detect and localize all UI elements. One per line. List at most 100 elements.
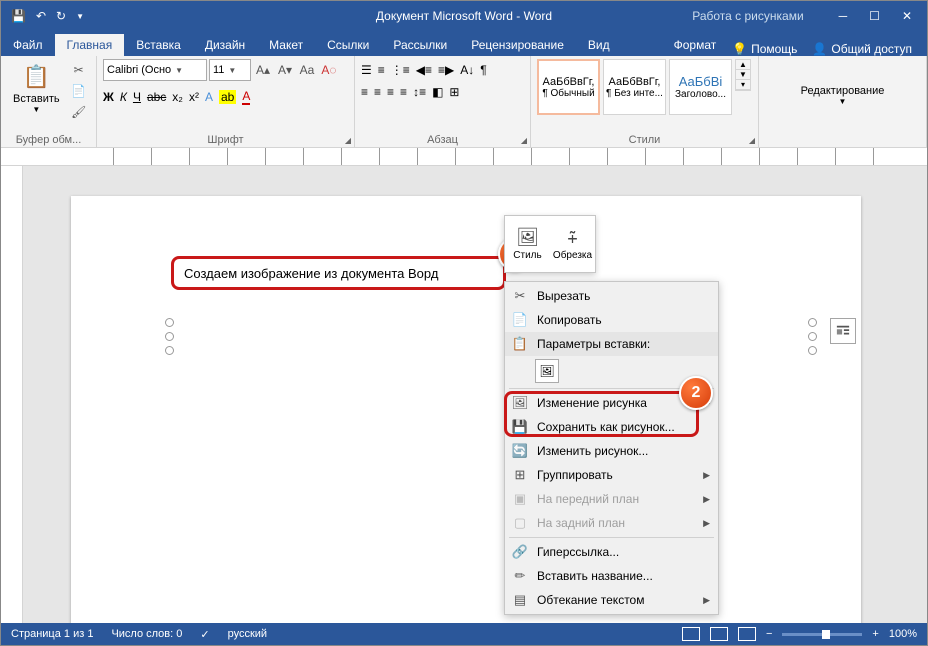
menu-cut[interactable]: ✂Вырезать — [505, 284, 718, 308]
menu-text-wrapping[interactable]: ▤Обтекание текстом▶ — [505, 588, 718, 612]
editing-dropdown[interactable]: Редактирование ▼ — [795, 83, 891, 108]
format-painter-button[interactable]: 🖌 — [69, 103, 89, 121]
picture-icon: 🖼 — [516, 227, 539, 248]
styles-up-button[interactable]: ▲ — [736, 60, 750, 70]
style-heading1[interactable]: АаБбВіЗаголово... — [669, 59, 732, 115]
crop-button[interactable]: ⨤Обрезка — [550, 216, 595, 272]
chevron-right-icon: ▶ — [703, 470, 710, 481]
strikethrough-button[interactable]: abc — [147, 90, 166, 104]
paste-button[interactable]: 📋 Вставить ▼ — [7, 59, 66, 116]
change-case-button[interactable]: Aa — [297, 61, 317, 79]
line-spacing-button[interactable]: ↕≡ — [413, 85, 426, 99]
styles-down-button[interactable]: ▼ — [736, 70, 750, 80]
menu-bring-front: ▣На передний план▶ — [505, 487, 718, 511]
superscript-button[interactable]: x² — [189, 90, 199, 104]
menu-save-as-picture[interactable]: 💾Сохранить как рисунок... — [505, 415, 718, 439]
font-color-button[interactable]: A — [242, 89, 250, 105]
tab-layout[interactable]: Макет — [257, 34, 315, 56]
tab-format[interactable]: Формат — [662, 34, 729, 56]
layout-options-button[interactable] — [830, 318, 856, 344]
increase-indent-button[interactable]: ≡▶ — [438, 63, 454, 77]
web-layout-button[interactable] — [738, 627, 756, 641]
tab-home[interactable]: Главная — [55, 34, 125, 56]
bring-front-icon: ▣ — [511, 491, 529, 507]
tab-mailings[interactable]: Рассылки — [381, 34, 459, 56]
status-word-count[interactable]: Число слов: 0 — [111, 628, 182, 640]
proofing-icon[interactable]: ✓ — [200, 628, 209, 641]
multilevel-list-button[interactable]: ⋮≡ — [391, 63, 410, 77]
italic-button[interactable]: К — [120, 90, 127, 104]
decrease-indent-button[interactable]: ◀≡ — [416, 63, 432, 77]
print-layout-button[interactable] — [710, 627, 728, 641]
tab-insert[interactable]: Вставка — [124, 34, 193, 56]
menu-insert-caption[interactable]: ✏Вставить название... — [505, 564, 718, 588]
styles-more-button[interactable]: ▾ — [736, 80, 750, 90]
highlight-button[interactable]: ab — [219, 90, 236, 104]
style-normal[interactable]: АаБбВвГг,¶ Обычный — [537, 59, 600, 115]
clipboard-icon: 📋 — [23, 61, 50, 93]
undo-icon[interactable]: ↶ — [36, 9, 46, 23]
tab-review[interactable]: Рецензирование — [459, 34, 576, 56]
read-mode-button[interactable] — [682, 627, 700, 641]
share-button[interactable]: 👤Общий доступ — [812, 42, 912, 56]
clear-formatting-button[interactable]: A◌ — [319, 61, 339, 79]
shrink-font-button[interactable]: A▾ — [275, 61, 295, 79]
qat-dropdown-icon[interactable]: ▼ — [76, 12, 84, 21]
menu-hyperlink[interactable]: 🔗Гиперссылка... — [505, 540, 718, 564]
zoom-in-button[interactable]: + — [872, 628, 878, 640]
ribbon-tabs: Файл Главная Вставка Дизайн Макет Ссылки… — [1, 31, 927, 56]
bullets-button[interactable]: ☰ — [361, 63, 372, 77]
zoom-out-button[interactable]: − — [766, 628, 772, 640]
redo-icon[interactable]: ↻ — [56, 9, 66, 23]
sort-button[interactable]: A↓ — [460, 63, 474, 77]
launcher-icon[interactable]: ◢ — [521, 136, 527, 145]
paste-option-picture[interactable]: 🖼 — [535, 359, 559, 383]
underline-button[interactable]: Ч — [133, 90, 141, 104]
horizontal-ruler[interactable] — [1, 148, 927, 166]
maximize-button[interactable]: ☐ — [869, 9, 880, 23]
text-box[interactable]: Создаем изображение из документа Ворд — [171, 256, 506, 290]
zoom-slider[interactable] — [782, 633, 862, 636]
justify-button[interactable]: ≡ — [400, 85, 407, 99]
style-no-spacing[interactable]: АаБбВвГг,¶ Без инте... — [603, 59, 666, 115]
tab-design[interactable]: Дизайн — [193, 34, 257, 56]
tab-file[interactable]: Файл — [1, 34, 55, 56]
bold-button[interactable]: Ж — [103, 90, 114, 104]
status-language[interactable]: русский — [228, 628, 267, 640]
context-menu: ✂Вырезать 📄Копировать 📋Параметры вставки… — [504, 281, 719, 615]
font-name-select[interactable]: Calibri (Осно▼ — [103, 59, 207, 81]
close-button[interactable]: ✕ — [902, 9, 912, 23]
mini-toolbar: 🖼Стиль ⨤Обрезка — [504, 215, 596, 273]
cut-button[interactable]: ✂ — [69, 61, 89, 79]
launcher-icon[interactable]: ◢ — [749, 136, 755, 145]
status-bar: Страница 1 из 1 Число слов: 0 ✓ русский … — [1, 623, 927, 645]
menu-copy[interactable]: 📄Копировать — [505, 308, 718, 332]
copy-button[interactable]: 📄 — [69, 82, 89, 100]
window-title: Документ Microsoft Word - Word — [376, 9, 552, 23]
borders-button[interactable]: ⊞ — [449, 85, 459, 99]
font-size-select[interactable]: 11▼ — [209, 59, 251, 81]
save-icon[interactable]: 💾 — [11, 9, 26, 23]
picture-style-button[interactable]: 🖼Стиль — [505, 216, 550, 272]
shading-button[interactable]: ◧ — [432, 85, 443, 99]
menu-group[interactable]: ⊞Группировать▶ — [505, 463, 718, 487]
tab-references[interactable]: Ссылки — [315, 34, 381, 56]
launcher-icon[interactable]: ◢ — [345, 136, 351, 145]
show-marks-button[interactable]: ¶ — [480, 63, 486, 77]
text-effects-button[interactable]: A — [205, 90, 213, 104]
minimize-button[interactable]: ─ — [839, 9, 848, 23]
subscript-button[interactable]: x₂ — [172, 90, 183, 104]
vertical-ruler[interactable] — [1, 166, 23, 623]
zoom-level[interactable]: 100% — [889, 628, 917, 640]
help-button[interactable]: 💡Помощь — [732, 42, 797, 56]
menu-change-picture[interactable]: 🔄Изменить рисунок... — [505, 439, 718, 463]
numbering-button[interactable]: ≡ — [378, 63, 385, 77]
document-page[interactable]: Создаем изображение из документа Ворд 1 … — [71, 196, 861, 623]
align-left-button[interactable]: ≡ — [361, 85, 368, 99]
grow-font-button[interactable]: A▴ — [253, 61, 273, 79]
align-right-button[interactable]: ≡ — [387, 85, 394, 99]
wrap-icon: ▤ — [511, 592, 529, 608]
align-center-button[interactable]: ≡ — [374, 85, 381, 99]
status-page[interactable]: Страница 1 из 1 — [11, 628, 93, 640]
tab-view[interactable]: Вид — [576, 34, 622, 56]
